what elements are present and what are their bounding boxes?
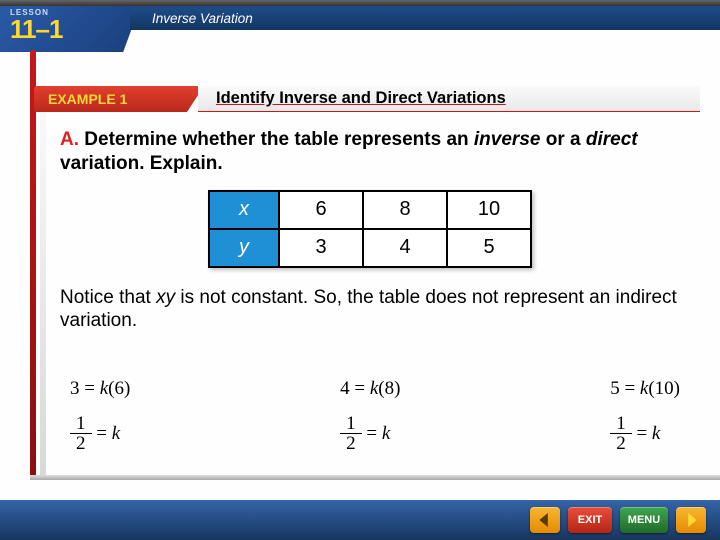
example-title-strip: Identify Inverse and Direct Variations bbox=[198, 86, 700, 112]
equation-col-3: 5 = k(10) 1 2 = k bbox=[610, 378, 680, 455]
footer-bar: EXIT MENU bbox=[0, 500, 720, 540]
arrow-right-icon bbox=[684, 513, 698, 527]
cell: 6 bbox=[279, 191, 363, 229]
cell: 5 bbox=[447, 229, 531, 267]
cell: 4 bbox=[363, 229, 447, 267]
fraction: 1 2 bbox=[70, 414, 92, 455]
prev-button[interactable] bbox=[530, 507, 560, 533]
exit-label: EXIT bbox=[578, 514, 602, 526]
exit-button[interactable]: EXIT bbox=[568, 507, 612, 533]
equation-3-bottom: 1 2 = k bbox=[610, 414, 660, 455]
equation-1-top: 3 = k(6) bbox=[70, 378, 130, 400]
row-header-y: y bbox=[209, 229, 279, 267]
cell: 8 bbox=[363, 191, 447, 229]
lesson-topic-strip: Inverse Variation bbox=[130, 6, 720, 30]
equation-2-top: 4 = k(8) bbox=[340, 378, 400, 400]
example-tab-label: EXAMPLE 1 bbox=[48, 91, 127, 107]
side-rail-inner bbox=[40, 52, 46, 478]
variation-table: x 6 8 10 y 3 4 5 bbox=[208, 190, 532, 268]
lesson-number: 11–1 bbox=[10, 14, 62, 45]
menu-button[interactable]: MENU bbox=[620, 507, 668, 533]
fraction: 1 2 bbox=[610, 414, 632, 455]
table-row: y 3 4 5 bbox=[209, 229, 531, 267]
content-area: A. Determine whether the table represent… bbox=[60, 128, 680, 333]
lesson-topic: Inverse Variation bbox=[152, 11, 253, 26]
menu-label: MENU bbox=[628, 514, 660, 526]
prompt-text: A. Determine whether the table represent… bbox=[60, 128, 680, 176]
equation-2-bottom: 1 2 = k bbox=[340, 414, 390, 455]
bottom-rail bbox=[30, 475, 720, 480]
equation-col-2: 4 = k(8) 1 2 = k bbox=[340, 378, 400, 455]
equation-3-top: 5 = k(10) bbox=[610, 378, 680, 400]
cell: 10 bbox=[447, 191, 531, 229]
next-button[interactable] bbox=[676, 507, 706, 533]
explanation-text: Notice that xy is not constant. So, the … bbox=[60, 286, 680, 334]
example-title: Identify Inverse and Direct Variations bbox=[216, 89, 506, 108]
lesson-tab: LESSON 11–1 bbox=[0, 6, 140, 52]
lesson-label: LESSON bbox=[10, 8, 49, 17]
arrow-left-icon bbox=[538, 513, 552, 527]
fraction: 1 2 bbox=[340, 414, 362, 455]
equation-1-bottom: 1 2 = k bbox=[70, 414, 120, 455]
cell: 3 bbox=[279, 229, 363, 267]
prompt-lead: A. bbox=[60, 129, 79, 150]
table-row: x 6 8 10 bbox=[209, 191, 531, 229]
equation-col-1: 3 = k(6) 1 2 = k bbox=[70, 378, 130, 455]
row-header-x: x bbox=[209, 191, 279, 229]
example-tab: EXAMPLE 1 bbox=[34, 86, 204, 112]
side-rail bbox=[30, 50, 36, 480]
equations-row: 3 = k(6) 1 2 = k 4 = k(8) 1 2 = k 5 = k(… bbox=[70, 378, 680, 455]
